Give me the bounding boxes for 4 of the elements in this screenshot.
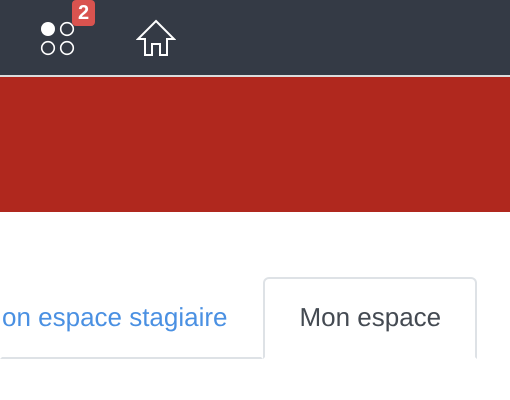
apps-grid-icon[interactable] [40, 20, 76, 56]
home-icon[interactable] [136, 18, 176, 58]
tab[interactable]: Mon espace [263, 277, 478, 359]
notification-badge: 2 [72, 0, 96, 26]
